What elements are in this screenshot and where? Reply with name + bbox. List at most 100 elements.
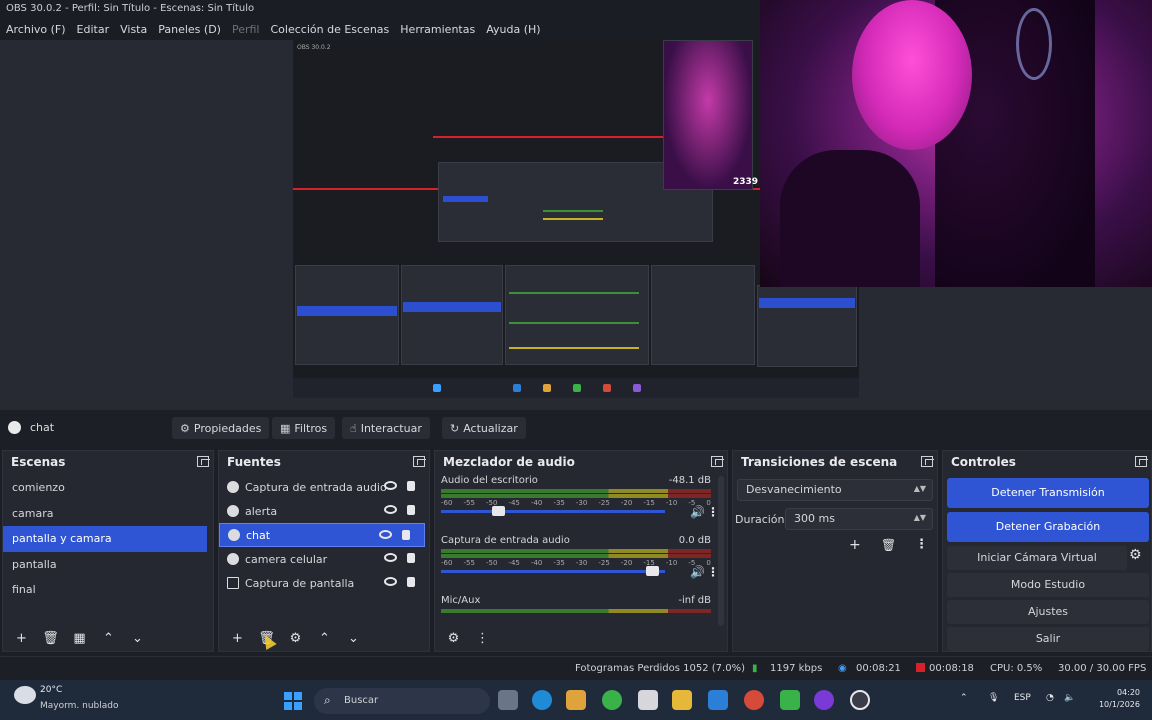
file-explorer-icon[interactable] <box>672 690 692 710</box>
edge-icon[interactable] <box>532 690 552 710</box>
stop-recording-button[interactable]: Detener Grabación <box>947 512 1149 542</box>
refresh-button[interactable]: ↻ Actualizar <box>442 417 526 439</box>
properties-button[interactable]: ⚙ Propiedades <box>172 417 270 439</box>
eye-icon[interactable] <box>384 505 397 514</box>
eye-icon[interactable] <box>384 577 397 586</box>
chrome-icon[interactable] <box>602 690 622 710</box>
weather-description[interactable]: Mayorm. nublado <box>40 701 119 711</box>
volume-slider-handle[interactable] <box>492 506 505 516</box>
wifi-icon[interactable]: ◔ <box>1046 693 1054 703</box>
taskbar-search[interactable]: ⌕ Buscar <box>314 688 490 714</box>
more-options-icon[interactable]: ⋮ <box>707 565 719 579</box>
scene-item[interactable]: pantalla <box>3 552 213 578</box>
speaker-icon[interactable]: 🔊 <box>690 505 705 519</box>
eye-icon[interactable] <box>384 553 397 562</box>
move-down-icon[interactable]: ⌄ <box>344 629 363 648</box>
controls-dock: Controles Detener Transmisión Detener Gr… <box>942 450 1152 652</box>
undock-icon[interactable] <box>711 456 724 467</box>
source-item[interactable]: Captura de pantalla <box>219 571 429 595</box>
menu-bar: Archivo (F) Editar Vista Paneles (D) Per… <box>0 18 760 40</box>
weather-temperature[interactable]: 20°C <box>40 685 62 695</box>
stop-streaming-button[interactable]: Detener Transmisión <box>947 478 1149 508</box>
move-up-icon[interactable]: ⌃ <box>99 629 118 648</box>
start-virtual-camera-button[interactable]: Iniciar Cámara Virtual <box>947 546 1127 570</box>
volume-slider[interactable] <box>441 506 665 516</box>
add-transition-icon[interactable]: + <box>849 537 861 553</box>
remove-scene-icon[interactable]: 🗑 <box>41 629 60 648</box>
chevron-up-icon[interactable]: ⌃ <box>960 693 968 703</box>
cloud-icon[interactable] <box>14 686 36 704</box>
menu-tools[interactable]: Herramientas <box>400 23 475 36</box>
undock-icon[interactable] <box>1135 456 1148 467</box>
undock-icon[interactable] <box>197 456 210 467</box>
copilot-icon[interactable] <box>566 690 586 710</box>
menu-view[interactable]: Vista <box>120 23 147 36</box>
filters-button[interactable]: ▦ Filtros <box>272 417 336 439</box>
more-options-icon[interactable]: ⋮ <box>915 537 928 552</box>
volume-slider[interactable] <box>441 566 665 576</box>
source-properties-icon[interactable]: ⚙ <box>286 629 305 648</box>
duration-spinbox[interactable]: 300 ms ▲▼ <box>785 508 933 530</box>
scene-filters-icon[interactable]: ▦ <box>70 629 89 648</box>
scene-item[interactable]: comienzo <box>3 475 213 501</box>
microphone-tray-icon[interactable]: 🎙 <box>988 693 999 703</box>
scene-item[interactable]: camara <box>3 501 213 527</box>
taskbar-clock[interactable]: 04:20 10/1/2026 <box>1092 687 1140 711</box>
preview-nested-sources <box>401 265 503 365</box>
app-icon[interactable] <box>814 690 834 710</box>
preview-nested-transitions <box>651 265 755 365</box>
add-scene-icon[interactable]: + <box>12 629 31 648</box>
lock-icon[interactable] <box>407 553 415 563</box>
store-icon[interactable] <box>708 690 728 710</box>
interact-button[interactable]: ☝ Interactuar <box>342 417 430 439</box>
preview-nested-start-icon <box>433 384 441 392</box>
source-item[interactable]: Captura de entrada audio <box>219 475 429 499</box>
lock-icon[interactable] <box>407 481 415 491</box>
volume-meter <box>441 549 711 553</box>
record-time: 00:08:18 <box>929 663 974 674</box>
app-icon[interactable] <box>638 690 658 710</box>
source-item[interactable]: alerta <box>219 499 429 523</box>
undock-icon[interactable] <box>413 456 426 467</box>
more-options-icon[interactable]: ⋮ <box>707 505 719 519</box>
preview-nested-taskbar <box>293 378 859 398</box>
advanced-audio-icon[interactable]: ⚙ <box>444 629 463 648</box>
menu-edit[interactable]: Editar <box>77 23 110 36</box>
more-options-icon[interactable]: ⋮ <box>473 629 492 648</box>
volume-icon[interactable]: 🔈 <box>1064 693 1075 703</box>
windows-start-icon[interactable] <box>284 692 302 710</box>
volume-slider-handle[interactable] <box>646 566 659 576</box>
settings-button[interactable]: Ajustes <box>947 600 1149 624</box>
menu-help[interactable]: Ayuda (H) <box>486 23 540 36</box>
speaker-icon[interactable]: 🔊 <box>690 565 705 579</box>
virtual-camera-settings-icon[interactable]: ⚙ <box>1129 547 1142 563</box>
menu-profile[interactable]: Perfil <box>232 23 260 36</box>
lock-icon[interactable] <box>402 530 410 540</box>
menu-file[interactable]: Archivo (F) <box>6 23 66 36</box>
scene-item[interactable]: final <box>3 577 213 603</box>
eye-icon[interactable] <box>384 481 397 490</box>
add-source-icon[interactable]: + <box>228 629 247 648</box>
lock-icon[interactable] <box>407 505 415 515</box>
transition-select[interactable]: Desvanecimiento ▲▼ <box>737 479 933 501</box>
webcam-headset <box>1016 8 1052 80</box>
move-down-icon[interactable]: ⌄ <box>128 629 147 648</box>
undock-icon[interactable] <box>921 456 934 467</box>
source-item[interactable]: camera celular <box>219 547 429 571</box>
exit-button[interactable]: Salir <box>947 627 1149 651</box>
lock-icon[interactable] <box>407 577 415 587</box>
chrome-alt-icon[interactable] <box>744 690 764 710</box>
remove-transition-icon[interactable]: 🗑 <box>881 538 896 552</box>
preview-nested-app-icon <box>513 384 521 392</box>
task-view-icon[interactable] <box>498 690 518 710</box>
language-indicator[interactable]: ESP <box>1014 693 1031 703</box>
studio-mode-button[interactable]: Modo Estudio <box>947 573 1149 597</box>
obs-icon[interactable] <box>850 690 870 710</box>
scene-item-selected[interactable]: pantalla y camara <box>3 526 207 552</box>
eye-icon[interactable] <box>379 530 392 539</box>
menu-docks[interactable]: Paneles (D) <box>158 23 221 36</box>
move-up-icon[interactable]: ⌃ <box>315 629 334 648</box>
menu-scene-collection[interactable]: Colección de Escenas <box>271 23 390 36</box>
source-item-selected[interactable]: chat <box>219 523 425 547</box>
minecraft-icon[interactable] <box>780 690 800 710</box>
